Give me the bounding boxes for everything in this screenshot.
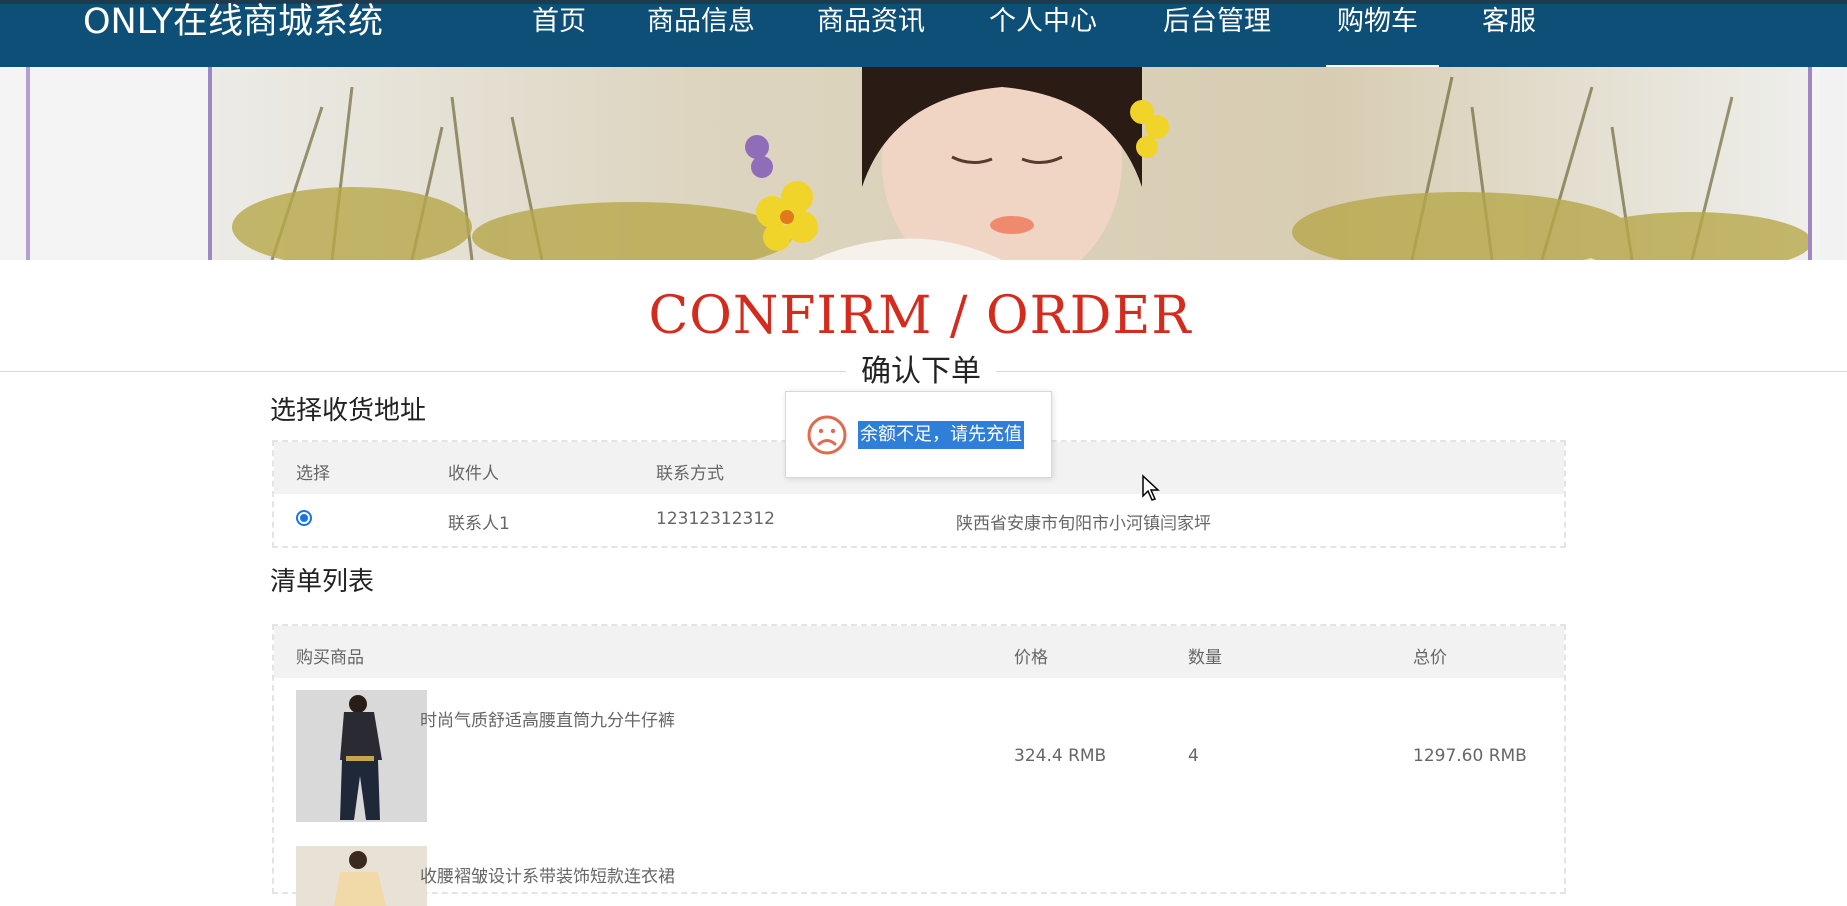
banner-left-line [26,67,30,260]
address-col-select: 选择 [296,464,330,484]
toast-message: 余额不足，请先充值 [858,421,1024,449]
order-col-qty: 数量 [1188,648,1222,668]
address-section-title: 选择收货地址 [270,396,427,426]
order-col-total: 总价 [1413,648,1447,668]
nav-products[interactable]: 商品信息 [647,4,755,40]
product-photo-jeans [296,690,427,822]
mouse-cursor-icon [1142,474,1160,501]
product-image[interactable] [296,690,427,822]
order-table: 购买商品 价格 数量 总价 时尚气质舒适高腰直筒九分牛仔裤 324.4 RMB … [272,624,1566,906]
nav-news[interactable]: 商品资讯 [817,4,925,40]
product-qty: 4 [1188,746,1199,766]
address-detail: 陕西省安康市旬阳市小河镇闫家坪 [956,514,1211,534]
address-phone: 12312312312 [656,509,775,529]
site-brand[interactable]: ONLY在线商城系统 [83,4,383,40]
banner-right-margin [1820,67,1846,260]
product-total: 1297.60 RMB [1413,746,1527,766]
nav-service[interactable]: 客服 [1482,4,1536,40]
product-name[interactable]: 收腰褶皱设计系带装饰短款连衣裙 [420,862,675,887]
nav-admin[interactable]: 后台管理 [1163,4,1271,40]
page-title-cn: 确认下单 [846,352,996,392]
address-col-phone: 联系方式 [656,464,724,484]
nav-cart[interactable]: 购物车 [1337,4,1418,40]
banner-area [0,67,1847,260]
order-col-product: 购买商品 [296,648,364,668]
address-radio[interactable] [296,510,312,526]
order-section-title: 清单列表 [270,567,375,597]
address-col-name: 收件人 [448,464,499,484]
product-image[interactable] [296,846,427,906]
address-name: 联系人1 [448,514,510,534]
order-table-header: 购买商品 价格 数量 总价 [274,626,1564,678]
error-toast: 余额不足，请先充值 [785,391,1052,478]
nav-home[interactable]: 首页 [532,4,586,40]
product-photo-dress [296,846,427,906]
product-name[interactable]: 时尚气质舒适高腰直筒九分牛仔裤 [420,706,675,731]
page-title-en: CONFIRM / ORDER [648,286,1192,346]
navbar: ONLY在线商城系统 首页 商品信息 商品资讯 个人中心 后台管理 购物车 客服 [0,4,1847,70]
product-price: 324.4 RMB [1014,746,1107,766]
banner-image [208,67,1812,260]
banner-illustration [212,67,1808,260]
nav-profile[interactable]: 个人中心 [989,4,1097,40]
order-col-price: 价格 [1014,648,1048,668]
sad-face-icon [807,415,847,455]
